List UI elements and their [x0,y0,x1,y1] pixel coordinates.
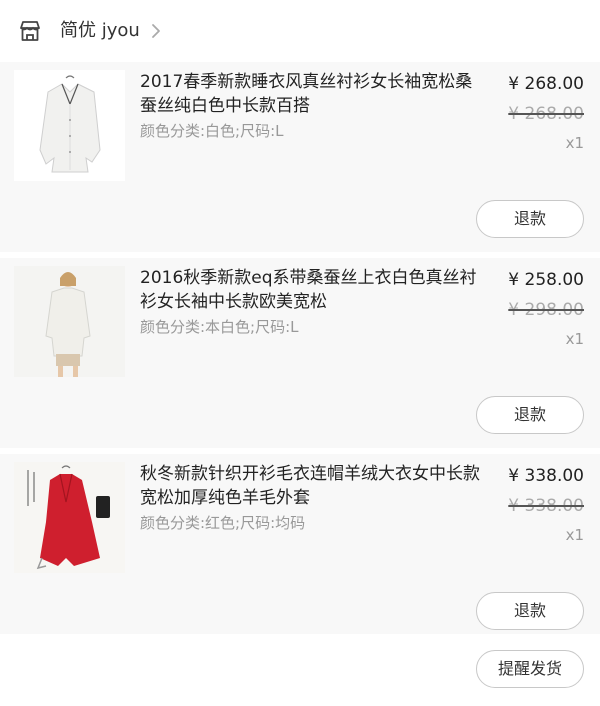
product-image[interactable] [14,462,125,573]
original-price: ¥ 298.00 [508,300,584,320]
product-spec: 颜色分类:本白色;尺码:L [140,318,299,336]
product-price: ¥ 258.00 [508,270,584,290]
product-price: ¥ 338.00 [508,466,584,486]
red-coat-image [14,462,125,573]
product-price: ¥ 268.00 [508,74,584,94]
remind-shipping-button[interactable]: 提醒发货 [476,650,584,688]
refund-button[interactable]: 退款 [476,396,584,434]
shop-name[interactable]: 简优 jyou [60,18,140,44]
quantity: x1 [565,134,584,152]
product-spec: 颜色分类:白色;尺码:L [140,122,284,140]
product-image[interactable] [14,70,125,181]
order-footer: 提醒发货 [0,634,600,706]
product-image[interactable] [14,266,125,377]
original-price: ¥ 268.00 [508,104,584,124]
original-price: ¥ 338.00 [508,496,584,516]
store-icon [20,21,40,41]
chevron-right-icon [152,24,160,38]
refund-button[interactable]: 退款 [476,200,584,238]
order-item[interactable]: 秋冬新款针织开衫毛衣连帽羊绒大衣女中长款宽松加厚纯色羊毛外套 颜色分类:红色;尺… [0,454,600,644]
product-title[interactable]: 秋冬新款针织开衫毛衣连帽羊绒大衣女中长款宽松加厚纯色羊毛外套 [140,462,480,510]
product-spec: 颜色分类:红色;尺码:均码 [140,514,306,532]
product-title[interactable]: 2017春季新款睡衣风真丝衬衫女长袖宽松桑蚕丝纯白色中长款百搭 [140,70,480,118]
product-title[interactable]: 2016秋季新款eq系带桑蚕丝上衣白色真丝衬衫女长袖中长款欧美宽松 [140,266,480,314]
model-white-shirt-image [14,266,125,377]
white-shirt-image [14,70,125,181]
order-item[interactable]: 2016秋季新款eq系带桑蚕丝上衣白色真丝衬衫女长袖中长款欧美宽松 颜色分类:本… [0,258,600,448]
quantity: x1 [565,330,584,348]
refund-button[interactable]: 退款 [476,592,584,630]
shop-header[interactable]: 简优 jyou [0,0,600,62]
quantity: x1 [565,526,584,544]
order-item[interactable]: 2017春季新款睡衣风真丝衬衫女长袖宽松桑蚕丝纯白色中长款百搭 颜色分类:白色;… [0,62,600,252]
